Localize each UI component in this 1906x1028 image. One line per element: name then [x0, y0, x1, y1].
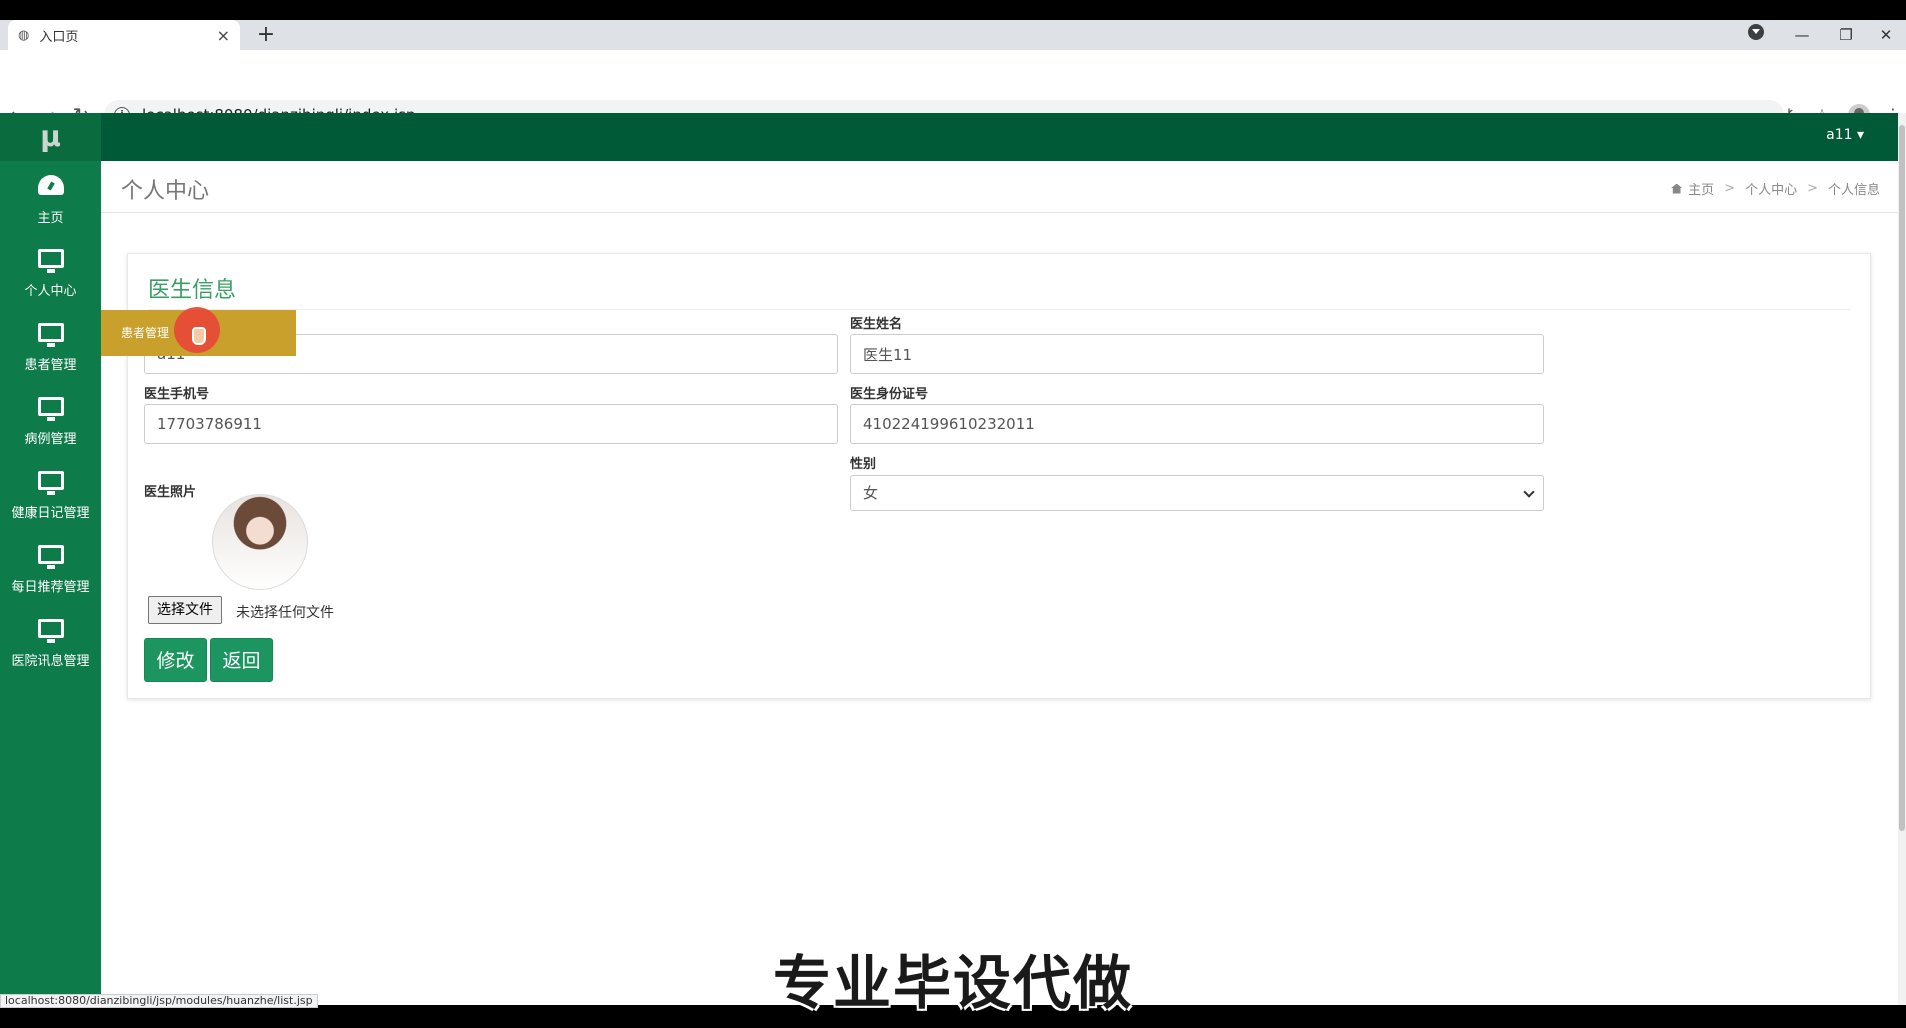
browser-tab[interactable]: ◍ 入口页 × — [8, 20, 240, 50]
sidebar-item[interactable]: 医院讯息管理 — [0, 611, 101, 685]
monitor-icon — [37, 619, 64, 643]
monitor-icon — [37, 249, 64, 273]
photo-label: 医生照片 — [144, 485, 197, 500]
sidebar-item[interactable]: 主页 — [0, 167, 101, 241]
modify-button[interactable]: 修改 — [144, 638, 207, 682]
minimize-icon[interactable]: — — [1782, 20, 1822, 50]
watermark-text: 专业毕设代做 — [772, 949, 1133, 1017]
window-close-icon[interactable]: ✕ — [1866, 20, 1906, 50]
gender-label: 性别 — [850, 457, 877, 472]
sidebar-item-label: 病例管理 — [24, 432, 77, 447]
scrollbar[interactable] — [1898, 113, 1906, 1005]
breadcrumb-separator: > — [1807, 181, 1818, 196]
user-menu[interactable]: a11 ▾ — [1826, 127, 1864, 143]
app-viewport: μ 主页 个人中心 患者管理 病例管理 健康日记管理 每日推荐管理 医院讯息管理 a11 ▾… — [0, 113, 1906, 1005]
main-content: 医生信息 医生姓名 医生手机号 医生身份证号 医生照片 选择文件 未选择任何文件… — [101, 213, 1898, 1005]
scrollbar-thumb[interactable] — [1899, 125, 1905, 831]
id-number-input[interactable] — [850, 404, 1544, 444]
sidebar-item-label: 个人中心 — [24, 284, 77, 299]
restore-icon[interactable]: ❐ — [1826, 20, 1866, 50]
phone-label: 医生手机号 — [144, 387, 210, 402]
doctor-photo — [212, 494, 308, 590]
choose-file-button[interactable]: 选择文件 — [148, 596, 222, 624]
sidebar-item[interactable]: 病例管理 — [0, 389, 101, 463]
gender-select[interactable]: 女 — [850, 475, 1544, 511]
hand-cursor-icon — [192, 327, 206, 345]
globe-icon: ◍ — [18, 27, 30, 43]
sidebar-item-label: 每日推荐管理 — [11, 580, 90, 595]
page-title: 个人中心 — [121, 179, 210, 204]
flyout-label: 患者管理 — [121, 326, 170, 340]
chevron-down-icon — [1523, 486, 1535, 498]
sidebar-item-label: 医院讯息管理 — [11, 654, 90, 669]
sidebar-item[interactable]: 每日推荐管理 — [0, 537, 101, 611]
sidebar-item-label: 健康日记管理 — [11, 506, 90, 521]
close-tab-icon[interactable]: × — [217, 26, 230, 45]
monitor-icon — [37, 545, 64, 569]
sidebar-item[interactable]: 个人中心 — [0, 241, 101, 315]
dashboard-icon — [37, 175, 64, 195]
back-button[interactable]: 返回 — [210, 638, 273, 682]
tab-title: 入口页 — [39, 29, 79, 45]
monitor-icon — [37, 471, 64, 495]
top-navbar: a11 ▾ — [101, 113, 1906, 161]
logo: μ — [0, 113, 101, 161]
file-status: 未选择任何文件 — [236, 605, 334, 621]
page-header: 个人中心 主页 > 个人中心 > 个人信息 — [101, 161, 1898, 213]
breadcrumb-personal-center[interactable]: 个人中心 — [1745, 179, 1797, 198]
name-label: 医生姓名 — [850, 317, 903, 332]
home-icon — [1671, 183, 1683, 194]
panel-title: 医生信息 — [148, 278, 237, 303]
monitor-icon — [37, 323, 64, 347]
browser-tab-strip: ◍ 入口页 × + — ❐ ✕ — [0, 0, 1906, 50]
sidebar: μ 主页个人中心患者管理病例管理健康日记管理 每日推荐管理 医院讯息管理 — [0, 113, 101, 1005]
breadcrumb-separator: > — [1724, 181, 1736, 196]
tab-search-icon[interactable] — [1748, 24, 1764, 40]
breadcrumb-personal-info: 个人信息 — [1827, 183, 1880, 198]
new-tab-button[interactable]: + — [252, 20, 280, 50]
sidebar-item-label: 主页 — [37, 211, 64, 226]
breadcrumb: 主页 > 个人中心 > 个人信息 — [1671, 179, 1880, 198]
divider — [148, 309, 1850, 310]
gender-selected-value: 女 — [863, 484, 879, 502]
doctor-info-panel: 医生信息 医生姓名 医生手机号 医生身份证号 医生照片 选择文件 未选择任何文件… — [127, 253, 1871, 699]
sidebar-item[interactable]: 健康日记管理 — [0, 463, 101, 537]
id-number-label: 医生身份证号 — [850, 387, 929, 402]
sidebar-item[interactable]: 患者管理 — [0, 315, 101, 389]
monitor-icon — [37, 397, 64, 421]
name-input[interactable] — [850, 334, 1544, 374]
breadcrumb-home[interactable]: 主页 — [1688, 179, 1714, 198]
phone-input[interactable] — [144, 404, 838, 444]
sidebar-item-label: 患者管理 — [24, 358, 77, 373]
